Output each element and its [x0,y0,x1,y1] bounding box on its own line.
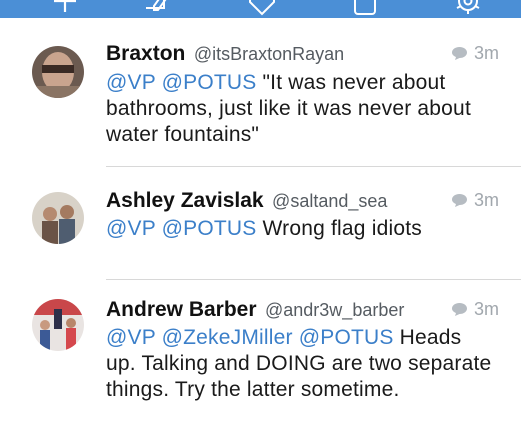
timestamp-text: 3m [473,43,499,63]
reply-bubble-icon [451,47,467,60]
mention-link[interactable]: @VP [106,326,156,349]
mention-link[interactable]: @POTUS [162,217,257,240]
copy-icon[interactable] [350,0,380,16]
author-handle[interactable]: @andr3w_barber [265,300,404,320]
reply-bubble-icon [451,303,467,316]
tweet-header: Andrew Barber @andr3w_barber 3m [106,298,499,326]
gear-icon[interactable] [453,0,483,16]
top-toolbar [0,0,521,18]
tweet-header: Ashley Zavislak @saltand_sea 3m [106,189,499,217]
author-name[interactable]: Braxton [106,42,185,65]
mention-link[interactable]: @ZekeJMiller [162,326,293,349]
author-handle[interactable]: @itsBraxtonRayan [194,44,344,64]
mention-link[interactable]: @VP [106,71,156,94]
timestamp-text: 3m [473,190,499,210]
avatar[interactable] [32,46,84,98]
author-name[interactable]: Ashley Zavislak [106,189,264,212]
divider [106,279,521,280]
avatar[interactable] [32,192,84,244]
tweet-header: Braxton @itsBraxtonRayan 3m [106,42,499,70]
timestamp: 3m [451,43,499,64]
timestamp: 3m [451,190,499,211]
plus-icon[interactable] [50,0,80,16]
mention-link[interactable]: @POTUS [162,71,257,94]
reply-bubble-icon [451,194,467,207]
tweet-text: @VP @ZekeJMiller @POTUS Heads up. Talkin… [106,325,497,403]
mention-link[interactable]: @POTUS [299,326,394,349]
tweet-body: Wrong flag idiots [262,217,422,240]
compose-icon[interactable] [142,0,172,16]
tweet-text: @VP @POTUS "It was never about bathrooms… [106,70,497,148]
avatar[interactable] [32,299,84,351]
mention-link[interactable]: @VP [106,217,156,240]
divider [106,166,521,167]
tweet-text: @VP @POTUS Wrong flag idiots [106,216,497,242]
timestamp: 3m [451,299,499,320]
shield-icon[interactable] [247,0,277,16]
author-handle[interactable]: @saltand_sea [272,191,387,211]
timestamp-text: 3m [473,299,499,319]
author-name[interactable]: Andrew Barber [106,298,257,321]
